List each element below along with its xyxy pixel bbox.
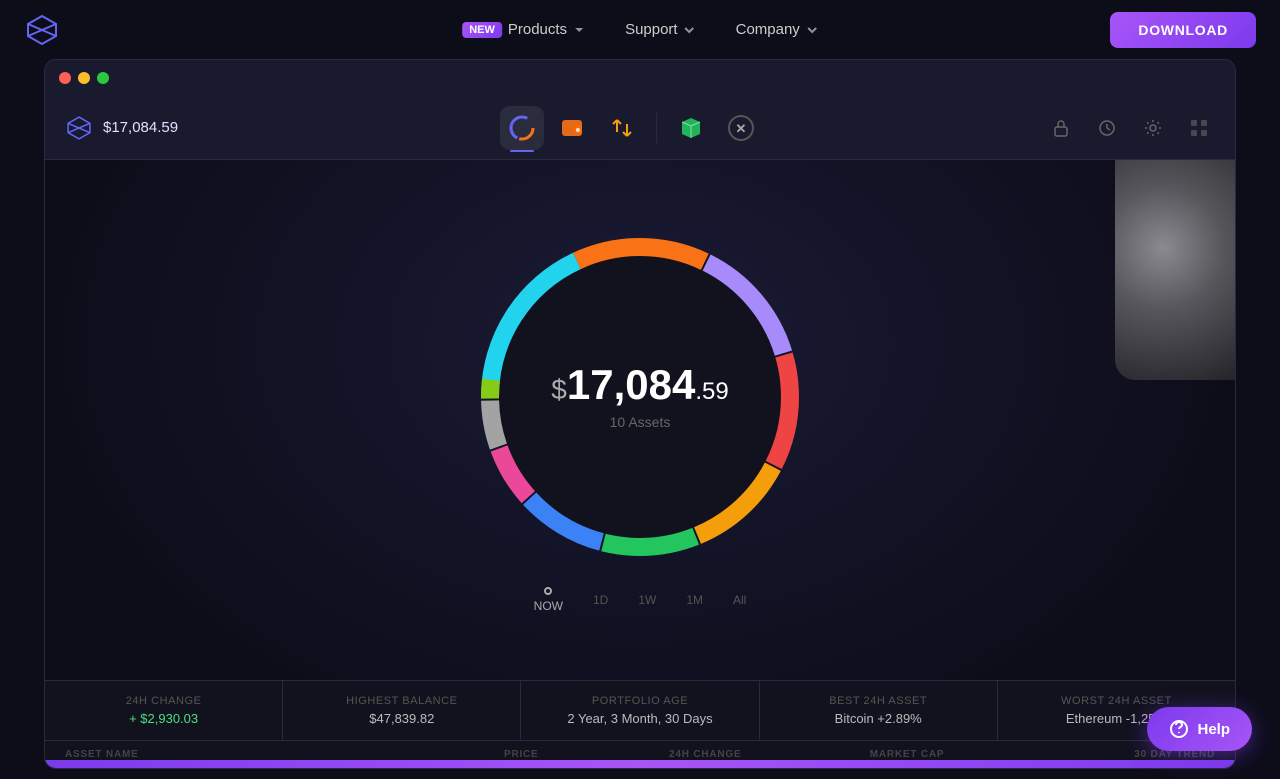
toolbar-divider [656,113,657,143]
chevron-down-icon [684,24,696,36]
tab-swap[interactable] [600,106,644,150]
th-24h-change: 24H CHANGE [539,749,742,760]
toolbar-right [1045,112,1215,144]
th-asset-name: ASSET NAME [65,749,336,760]
stat-24h-change-value: + $2,930.03 [65,711,262,726]
toolbar-logo: $17,084.59 [65,114,178,142]
time-selector: NOW 1D 1W 1M All [534,587,747,613]
dollar-sign: $ [551,374,567,405]
window-titlebar [45,60,1235,96]
nav-products[interactable]: NEW Products [462,21,585,38]
time-label-all: All [733,593,746,607]
th-price: PRICE [336,749,539,760]
stat-highest-balance: Highest Balance $47,839.82 [283,681,521,740]
time-label-1m: 1M [686,593,703,607]
toolbar-tabs: ✕ [218,106,1045,150]
time-all[interactable]: All [733,593,746,607]
nav-center: NEW Products Support Company [462,21,818,38]
amount-cents: .59 [695,378,728,405]
time-label-now: NOW [534,599,563,613]
tab-x[interactable]: ✕ [719,106,763,150]
main-content: $17,084.59 10 Assets NOW 1D 1W 1M [45,160,1235,768]
assets-count: 10 Assets [551,414,728,430]
stat-portfolio-age: Portfolio Age 2 Year, 3 Month, 30 Days [521,681,759,740]
stat-portfolio-age-value: 2 Year, 3 Month, 30 Days [541,711,738,726]
stat-highest-balance-label: Highest Balance [303,695,500,707]
products-label: Products [508,21,567,38]
stat-best-asset-value: Bitcoin +2.89% [780,711,977,726]
new-badge: NEW [462,22,502,38]
bottom-gradient-bar [45,760,1235,768]
tab-portfolio[interactable] [500,106,544,150]
settings-icon-btn[interactable] [1137,112,1169,144]
time-label-1w: 1W [638,593,656,607]
grid-icon-btn[interactable] [1183,112,1215,144]
help-icon [1169,719,1189,739]
tab-staking[interactable] [669,106,713,150]
app-toolbar: $17,084.59 [45,96,1235,160]
chart-area: $17,084.59 10 Assets NOW 1D 1W 1M [45,160,1235,680]
nav-support[interactable]: Support [625,21,696,38]
stat-24h-change-label: 24h Change [65,695,262,707]
time-1m[interactable]: 1M [686,593,703,607]
app-window: $17,084.59 [44,59,1236,769]
donut-chart: $17,084.59 10 Assets [460,217,820,577]
stat-24h-change: 24h Change + $2,930.03 [45,681,283,740]
toolbar-balance: $17,084.59 [103,119,178,136]
stats-bar: 24h Change + $2,930.03 Highest Balance $… [45,680,1235,740]
time-1w[interactable]: 1W [638,593,656,607]
donut-center: $17,084.59 10 Assets [551,364,728,430]
stat-worst-asset-label: Worst 24H Asset [1018,695,1215,707]
tab-wallet[interactable] [550,106,594,150]
lock-icon-btn[interactable] [1045,112,1077,144]
chevron-down-icon [806,24,818,36]
history-icon-btn[interactable] [1091,112,1123,144]
help-button[interactable]: Help [1147,707,1252,751]
portfolio-value: $17,084.59 [551,364,728,406]
th-market-cap: MARKET CAP [741,749,944,760]
logo[interactable] [24,12,60,48]
chevron-down-icon [573,24,585,36]
stat-best-asset-label: Best 24H Asset [780,695,977,707]
amount-main: 17,084 [567,361,695,408]
company-label: Company [736,21,800,38]
time-dot-now [544,587,552,595]
stat-highest-balance-value: $47,839.82 [303,711,500,726]
close-dot[interactable] [59,72,71,84]
support-label: Support [625,21,678,38]
time-1d[interactable]: 1D [593,593,608,607]
maximize-dot[interactable] [97,72,109,84]
download-button[interactable]: DOWNLOAD [1110,12,1256,48]
stat-portfolio-age-label: Portfolio Age [541,695,738,707]
help-label: Help [1197,721,1230,738]
nav-company[interactable]: Company [736,21,818,38]
time-label-1d: 1D [593,593,608,607]
svg-text:✕: ✕ [736,121,747,136]
minimize-dot[interactable] [78,72,90,84]
top-nav: NEW Products Support Company DOWNLOAD [0,0,1280,59]
stat-best-asset: Best 24H Asset Bitcoin +2.89% [760,681,998,740]
time-now[interactable]: NOW [534,587,563,613]
